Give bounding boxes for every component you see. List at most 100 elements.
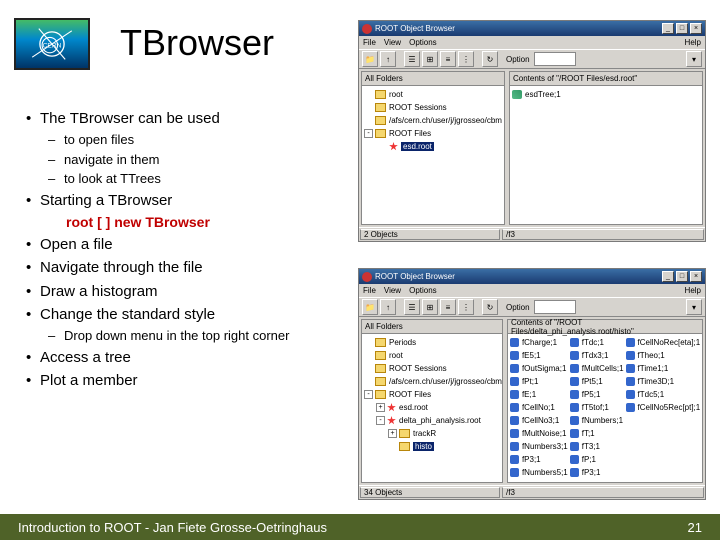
left-pane: All Folders Periods root ROOT Sessions /… (361, 319, 503, 483)
list-item[interactable]: fTdc5;1 (626, 388, 701, 401)
menu-options[interactable]: Options (409, 286, 437, 295)
list-item[interactable] (626, 440, 701, 453)
toolbar-button[interactable]: ≡ (440, 299, 456, 315)
svg-text:CERN: CERN (43, 42, 62, 49)
list-item[interactable]: fCellNoRec[eta];1 (626, 336, 701, 349)
histogram-icon (570, 377, 579, 386)
list-item[interactable] (626, 414, 701, 427)
folder-icon (375, 116, 386, 125)
toolbar-button[interactable]: ⋮ (458, 299, 474, 315)
toolbar-button[interactable]: ≡ (440, 51, 456, 67)
list-item[interactable]: fE5;1 (510, 349, 568, 362)
list-item[interactable]: fPt5;1 (570, 375, 624, 388)
close-button[interactable]: × (690, 271, 702, 282)
option-label: Option (506, 55, 530, 64)
maximize-button[interactable]: □ (676, 23, 688, 34)
list-item[interactable]: fMultCells;1 (570, 362, 624, 375)
list-item[interactable]: fTdx3;1 (570, 349, 624, 362)
style-dropdown[interactable]: ▾ (686, 299, 702, 315)
list-item[interactable] (626, 466, 701, 479)
list-body[interactable]: esdTree;1 (510, 86, 702, 224)
maximize-button[interactable]: □ (676, 271, 688, 282)
list-item[interactable]: fT3;1 (570, 440, 624, 453)
folder-icon (375, 90, 386, 99)
list-item[interactable] (626, 427, 701, 440)
list-item[interactable]: fE;1 (510, 388, 568, 401)
toolbar-button[interactable]: ↻ (482, 299, 498, 315)
bullet: Navigate through the file (26, 258, 348, 278)
list-item[interactable]: fP3;1 (570, 466, 624, 479)
menu-view[interactable]: View (384, 38, 401, 47)
menu-help[interactable]: Help (685, 286, 701, 295)
toolbar-button[interactable]: ☰ (404, 51, 420, 67)
menu-help[interactable]: Help (685, 38, 701, 47)
screenshot-bottom: ROOT Object Browser _ □ × File View Opti… (358, 268, 706, 500)
status-path: /f3 (502, 487, 704, 498)
list-item[interactable]: fNumbers3;1 (510, 440, 568, 453)
list-item[interactable]: fTheo;1 (626, 349, 701, 362)
folder-tree[interactable]: Periods root ROOT Sessions /afs/cern.ch/… (362, 334, 502, 482)
minimize-button[interactable]: _ (662, 23, 674, 34)
histogram-icon (626, 390, 635, 399)
toolbar-button[interactable]: ☰ (404, 299, 420, 315)
toolbar-button[interactable]: ⊞ (422, 51, 438, 67)
list-item[interactable]: fCellNo;1 (510, 401, 568, 414)
folder-tree[interactable]: root ROOT Sessions /afs/cern.ch/user/j/j… (362, 86, 504, 224)
menu-file[interactable]: File (363, 286, 376, 295)
minimize-button[interactable]: _ (662, 271, 674, 282)
option-combo[interactable] (534, 300, 576, 314)
histogram-icon (570, 442, 579, 451)
histogram-icon (626, 364, 635, 373)
style-dropdown[interactable]: ▾ (686, 51, 702, 67)
option-combo[interactable] (534, 52, 576, 66)
list-item[interactable] (626, 453, 701, 466)
list-item[interactable]: fP;1 (570, 453, 624, 466)
bullet: Plot a member (26, 371, 348, 391)
list-item[interactable]: fT;1 (570, 427, 624, 440)
close-button[interactable]: × (690, 23, 702, 34)
right-pane-header: Contents of "/ROOT Files/esd.root" (510, 72, 702, 86)
expand-icon[interactable]: + (388, 429, 397, 438)
code-line: root [ ] new TBrowser (26, 213, 348, 232)
list-body[interactable]: fCharge;1fTdc;1fCellNoRec[eta];1fE5;1fTd… (508, 334, 702, 482)
right-pane: Contents of "/ROOT Files/delta_phi_analy… (507, 319, 703, 483)
toolbar-button[interactable]: ⋮ (458, 51, 474, 67)
list-item[interactable]: fT5tof;1 (570, 401, 624, 414)
toolbar-button[interactable]: 📁 (362, 51, 378, 67)
toolbar-button[interactable]: 📁 (362, 299, 378, 315)
list-item[interactable]: fNumbers5;1 (510, 466, 568, 479)
list-item[interactable]: fMultNoise;1 (510, 427, 568, 440)
list-item[interactable]: fCellNo5Rec[pt];1 (626, 401, 701, 414)
expand-icon[interactable]: + (376, 403, 385, 412)
list-item[interactable]: fTdc;1 (570, 336, 624, 349)
menu-file[interactable]: File (363, 38, 376, 47)
histogram-icon (510, 364, 519, 373)
toolbar-button[interactable]: ↑ (380, 51, 396, 67)
list-item[interactable]: fP3;1 (510, 453, 568, 466)
toolbar-button[interactable]: ⊞ (422, 299, 438, 315)
list-item[interactable]: fPt;1 (510, 375, 568, 388)
expand-icon[interactable]: - (364, 129, 373, 138)
menu-options[interactable]: Options (409, 38, 437, 47)
toolbar-button[interactable]: ↻ (482, 51, 498, 67)
expand-icon[interactable]: - (364, 390, 373, 399)
status-path: /f3 (502, 229, 704, 240)
list-item[interactable]: fOutSigma;1 (510, 362, 568, 375)
left-pane: All Folders root ROOT Sessions /afs/cern… (361, 71, 505, 225)
window-titlebar: ROOT Object Browser _ □ × (359, 269, 705, 284)
tree-icon (512, 90, 522, 99)
expand-icon[interactable]: - (376, 416, 385, 425)
histogram-icon (510, 442, 519, 451)
list-item[interactable]: fTime1;1 (626, 362, 701, 375)
histogram-icon (510, 377, 519, 386)
folder-icon (375, 129, 386, 138)
list-item[interactable]: fTime3D;1 (626, 375, 701, 388)
histogram-icon (510, 416, 519, 425)
histogram-icon (570, 364, 579, 373)
list-item[interactable]: fNumbers;1 (570, 414, 624, 427)
list-item[interactable]: fCellNo3;1 (510, 414, 568, 427)
list-item[interactable]: fCharge;1 (510, 336, 568, 349)
list-item[interactable]: fP5;1 (570, 388, 624, 401)
menu-view[interactable]: View (384, 286, 401, 295)
toolbar-button[interactable]: ↑ (380, 299, 396, 315)
